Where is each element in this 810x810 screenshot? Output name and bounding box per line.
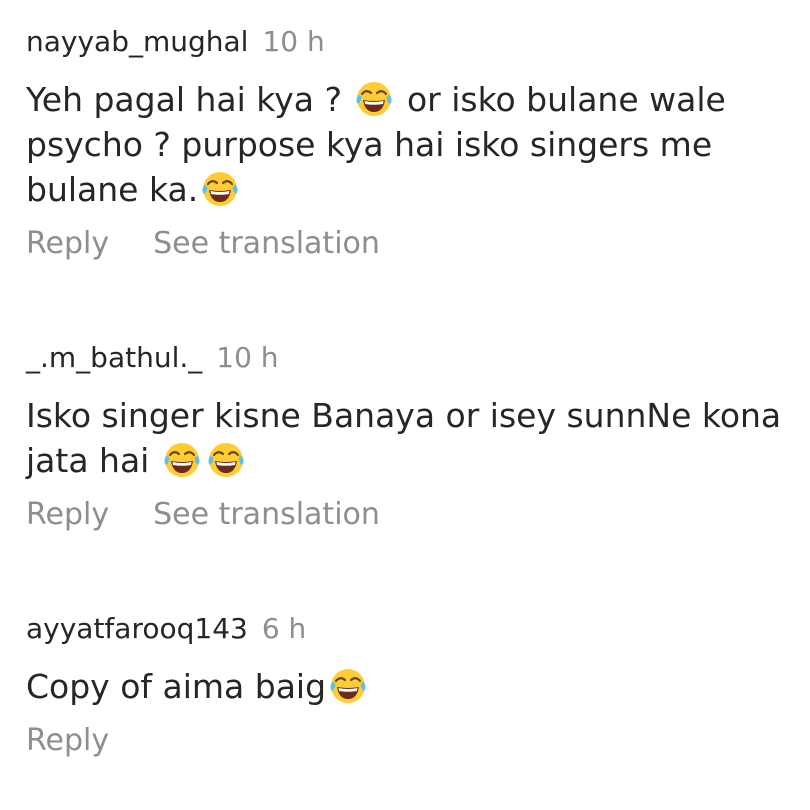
comment-meta: nayyab_mughal 10 h [26,25,796,59]
reply-button[interactable]: Reply [26,497,109,532]
face-with-tears-of-joy-icon [354,79,394,119]
comment-text: Copy of aima baig [26,664,796,709]
reply-button[interactable]: Reply [26,723,109,758]
face-with-tears-of-joy-icon [328,666,368,706]
comment-text-part: Isko singer kisne Banaya or isey sunnNe … [26,396,782,480]
comment-username[interactable]: ayyatfarooq143 [26,612,248,645]
comment-item: ayyatfarooq143 6 h Copy of aima baig Repl… [26,612,796,761]
see-translation-button[interactable]: See translation [153,226,380,261]
face-with-tears-of-joy-icon [162,440,202,480]
comment-actions: Reply See translation [26,224,796,264]
comment-text: Yeh pagal hai kya ? or isko bulane wale … [26,77,796,212]
comment-text: Isko singer kisne Banaya or isey sunnNe … [26,393,796,483]
reply-button[interactable]: Reply [26,226,109,261]
comment-username[interactable]: nayyab_mughal [26,25,248,58]
comment-meta: _.m_bathul._ 10 h [26,341,796,375]
comment-timestamp: 10 h [216,341,279,374]
comment-actions: Reply [26,721,796,761]
face-with-tears-of-joy-icon [200,169,240,209]
comment-timestamp: 10 h [262,25,325,58]
comment-username[interactable]: _.m_bathul._ [26,341,202,374]
comment-timestamp: 6 h [261,612,307,645]
comment-actions: Reply See translation [26,495,796,535]
comment-item: _.m_bathul._ 10 h Isko singer kisne Banay… [26,341,796,535]
comment-item: nayyab_mughal 10 h Yeh pagal hai kya ? or… [26,25,796,264]
comment-text-part: Yeh pagal hai kya ? [26,80,353,119]
see-translation-button[interactable]: See translation [153,497,380,532]
comment-text-part: Copy of aima baig [26,667,327,706]
comment-meta: ayyatfarooq143 6 h [26,612,796,646]
face-with-tears-of-joy-icon [206,440,246,480]
